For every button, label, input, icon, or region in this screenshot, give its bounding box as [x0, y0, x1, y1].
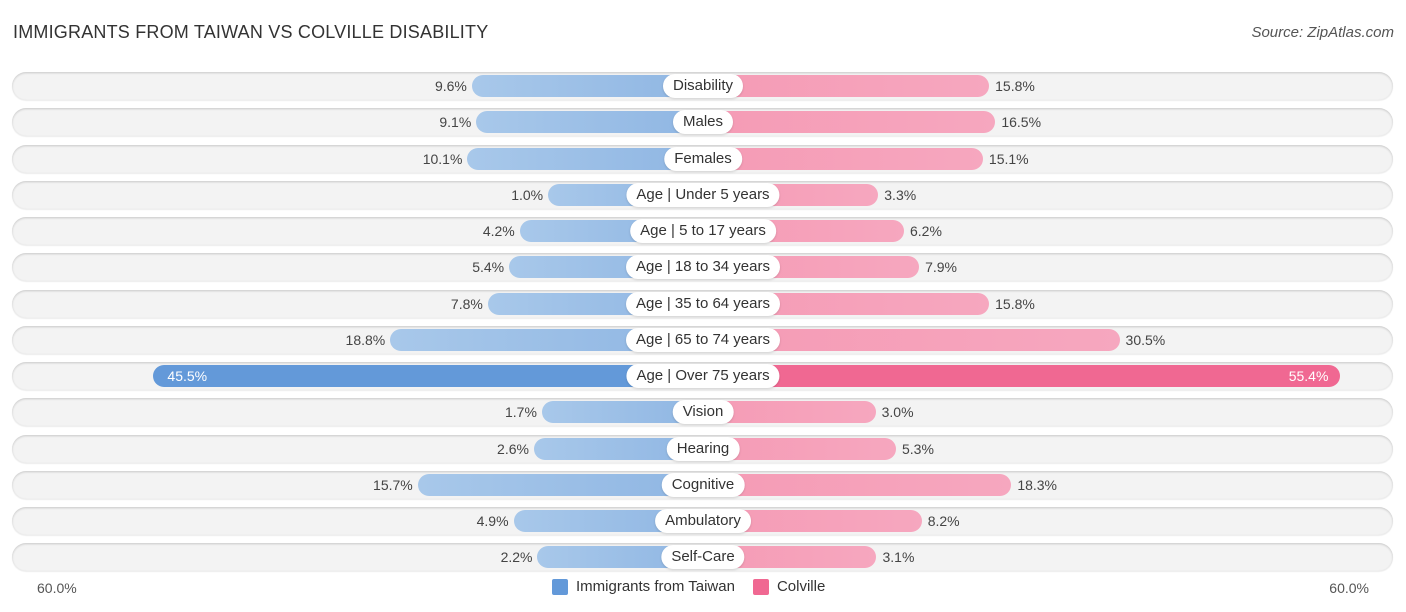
category-label: Age | 18 to 34 years [626, 255, 780, 279]
value-label-taiwan: 10.1% [422, 151, 463, 167]
value-label-colville: 16.5% [1001, 114, 1042, 130]
value-label-taiwan: 2.2% [500, 549, 533, 565]
axis-label-right: 60.0% [1329, 580, 1369, 596]
value-label-colville: 15.8% [995, 296, 1035, 312]
value-label-taiwan: 5.4% [472, 259, 505, 275]
value-label-colville: 8.2% [927, 513, 960, 529]
value-label-taiwan: 9.1% [439, 114, 472, 130]
value-label-taiwan: 4.2% [482, 223, 515, 239]
category-label: Disability [662, 74, 744, 98]
category-label: Hearing [666, 437, 740, 461]
bar-taiwan[interactable] [417, 474, 703, 496]
value-label-colville: 3.3% [884, 187, 917, 203]
category-label: Age | 35 to 64 years [626, 292, 780, 316]
value-label-taiwan: 1.7% [505, 404, 537, 420]
chart-area: 9.6% 15.8% Disability 9.1% 16.5% Males 10.1% 15… [0, 0, 1406, 612]
category-label: Cognitive [661, 473, 745, 497]
value-label-taiwan: 2.6% [497, 441, 529, 457]
category-label: Age | Over 75 years [626, 364, 780, 388]
axis-label-left: 60.0% [37, 580, 77, 596]
value-label-colville: 3.1% [882, 549, 915, 565]
value-label-colville: 3.0% [881, 404, 914, 420]
legend-item-colville[interactable]: Colville [752, 578, 826, 595]
category-label: Self-Care [661, 545, 745, 569]
bar-colville[interactable] [703, 75, 990, 97]
value-label-colville: 30.5% [1125, 332, 1166, 348]
value-label-taiwan: 45.5% [167, 368, 208, 384]
bar-colville[interactable] [703, 365, 1341, 387]
value-label-colville: 15.8% [995, 78, 1035, 94]
legend: Immigrants from Taiwan Colville [552, 578, 843, 595]
value-label-colville: 6.2% [909, 223, 942, 239]
category-label: Age | 5 to 17 years [630, 219, 776, 243]
legend-swatch-colville [752, 578, 769, 595]
value-label-taiwan: 4.9% [476, 513, 509, 529]
value-label-colville: 5.3% [902, 441, 934, 457]
category-label: Males [672, 110, 734, 134]
category-label: Females [664, 147, 742, 171]
category-label: Age | 65 to 74 years [626, 328, 780, 352]
value-label-colville: 18.3% [1017, 477, 1058, 493]
bar-colville[interactable] [703, 148, 983, 170]
value-label-colville: 15.1% [988, 151, 1029, 167]
category-label: Age | Under 5 years [626, 183, 780, 207]
bar-taiwan[interactable] [476, 111, 703, 133]
category-label: Ambulatory [655, 509, 751, 533]
value-label-colville: 7.9% [925, 259, 957, 275]
value-label-taiwan: 1.0% [511, 187, 544, 203]
legend-label-taiwan: Immigrants from Taiwan [576, 578, 735, 595]
bar-colville[interactable] [703, 111, 996, 133]
legend-swatch-taiwan [552, 578, 568, 595]
value-label-taiwan: 7.8% [450, 296, 483, 312]
bar-colville[interactable] [703, 474, 1012, 496]
value-label-taiwan: 9.6% [434, 78, 467, 94]
value-label-taiwan: 18.8% [345, 332, 386, 348]
legend-label-colville: Colville [776, 578, 826, 595]
value-label-taiwan: 15.7% [373, 477, 413, 493]
legend-item-taiwan[interactable]: Immigrants from Taiwan [552, 578, 735, 595]
bar-taiwan[interactable] [153, 365, 703, 387]
category-label: Vision [672, 400, 734, 424]
value-label-colville: 55.4% [1288, 368, 1329, 384]
